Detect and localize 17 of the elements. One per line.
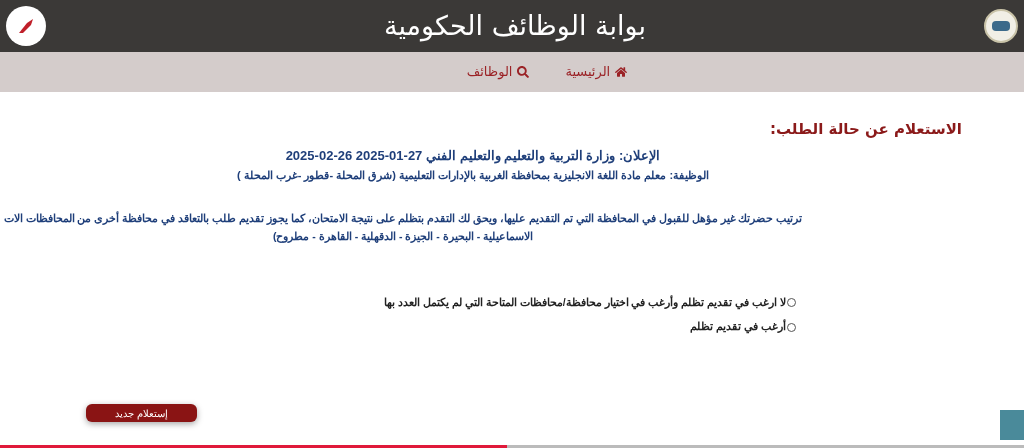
- site-title: بوابة الوظائف الحكومية: [383, 8, 647, 44]
- new-query-button[interactable]: إستعلام جديد: [86, 404, 197, 422]
- home-icon: [615, 66, 628, 78]
- announcement-text: الإعلان: وزارة التربية والتعليم والتعليم الفني 27-01-2025 26-02-2025: [285, 146, 661, 165]
- option-label: لا ارغب في تقديم تظلم وأرغب في اختيار محافظة/محافظات المتاحة التي لم يكتمل العدد بها: [384, 294, 786, 311]
- emblem-logo: [984, 9, 1018, 43]
- result-text: الاسماعيلية - البحيرة - الجيزة - الدقهلية - القاهرة - مطروح): [272, 228, 534, 245]
- video-thumbnail[interactable]: [1000, 410, 1024, 440]
- job-text: الوظيفة: معلم مادة اللغة الانجليزية بمحافظة الغربية بالإدارات التعليمية (شرق المحلة -قطور -غرب المحلة ): [236, 168, 710, 184]
- option-label: أرغب في تقديم تظلم: [690, 319, 786, 335]
- video-progress-bar[interactable]: [0, 445, 1024, 448]
- search-icon: [517, 66, 530, 78]
- result-text: ترتيب حضرتك غير مؤهل للقبول في المحافظة التي تم التقديم عليها، ويحق لك التقدم بتظلم على نتيجة الامتحان، كما يجوز تقديم طلب بالتعاقد في محافظة أخرى من المحافظات الات: [3, 210, 803, 227]
- nav-link[interactable]: الوظائف: [466, 62, 530, 82]
- page-heading: الاستعلام عن حالة الطلب:: [769, 119, 962, 140]
- nav-link[interactable]: الرئيسية: [565, 62, 628, 82]
- portal-logo: [6, 6, 46, 46]
